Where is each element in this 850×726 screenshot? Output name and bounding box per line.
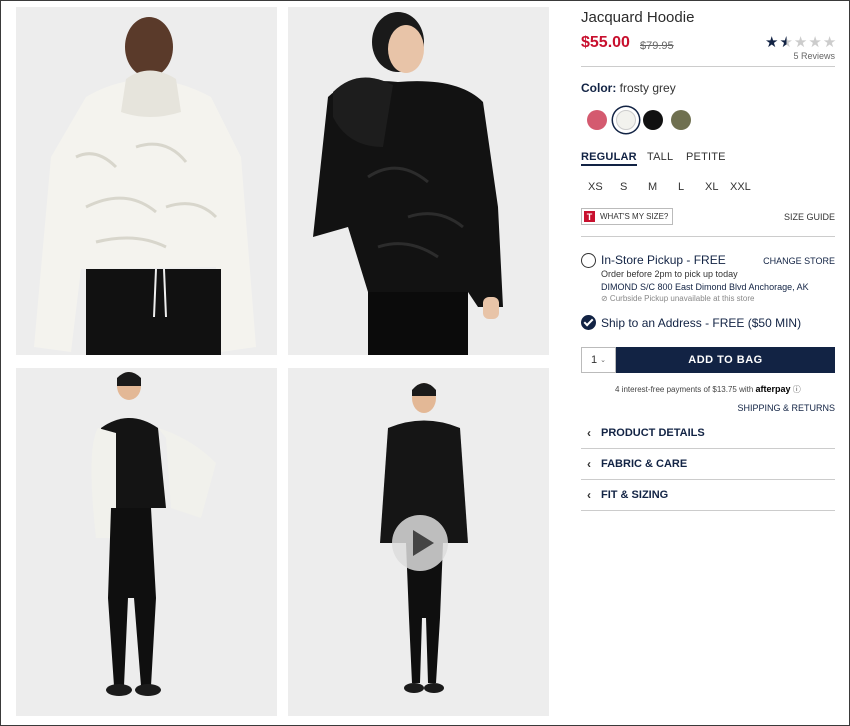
fit-tab-regular[interactable]: REGULAR (581, 151, 637, 166)
accordion-fit-sizing[interactable]: ‹ FIT & SIZING (581, 480, 835, 511)
accordion-product-details[interactable]: ‹ PRODUCT DETAILS (581, 418, 835, 449)
shipping-returns-link[interactable]: SHIPPING & RETURNS (737, 403, 835, 413)
accordion-label: FIT & SIZING (601, 489, 669, 501)
true-fit-logo-icon: T (584, 211, 595, 222)
in-store-pickup-label[interactable]: In-Store Pickup - FREE (601, 253, 726, 267)
chevron-down-icon: ⌄ (600, 357, 606, 364)
sale-price: $55.00 (581, 34, 630, 51)
add-to-bag-button[interactable]: ADD TO BAG (616, 347, 835, 373)
size-option-xs[interactable]: XS (588, 181, 603, 193)
accordion-label: PRODUCT DETAILS (601, 427, 705, 439)
size-option-xxl[interactable]: XXL (730, 181, 751, 193)
chevron-left-icon: ‹ (587, 426, 591, 440)
star-empty-icon: ★ (793, 34, 809, 51)
color-swatch-olive[interactable] (671, 110, 691, 130)
size-option-m[interactable]: M (648, 181, 657, 193)
afterpay-message: 4 interest-free payments of $13.75 with … (615, 384, 801, 395)
play-video-icon[interactable] (392, 515, 448, 571)
size-option-l[interactable]: L (678, 181, 684, 193)
size-guide-link[interactable]: SIZE GUIDE (784, 212, 835, 222)
color-swatch-pink[interactable] (587, 110, 607, 130)
accordion-label: FABRIC & CARE (601, 458, 688, 470)
whats-my-size-button[interactable]: T WHAT'S MY SIZE? (581, 208, 674, 225)
selected-color-name: frosty grey (619, 81, 676, 95)
color-swatch-black[interactable] (643, 110, 663, 130)
model-full-body-illustration (16, 368, 277, 716)
color-swatch-frosty-grey[interactable] (616, 110, 636, 130)
product-photo-full-body-jacket[interactable] (16, 368, 277, 716)
divider (581, 66, 835, 67)
star-empty-icon: ★ (808, 34, 823, 51)
chevron-left-icon: ‹ (587, 488, 591, 502)
whats-my-size-label: WHAT'S MY SIZE? (600, 212, 669, 221)
ship-to-address-label[interactable]: Ship to an Address - FREE ($50 MIN) (601, 316, 801, 330)
accordion-fabric-care[interactable]: ‹ FABRIC & CARE (581, 449, 835, 480)
model-white-hoodie-illustration (16, 7, 277, 355)
curbside-unavailable-text: ⊘ Curbside Pickup unavailable at this st… (601, 294, 755, 303)
afterpay-text: 4 interest-free payments of $13.75 with (615, 385, 754, 394)
color-label: Color: frosty grey (581, 81, 676, 95)
fit-tab-tall[interactable]: TALL (647, 151, 673, 163)
size-option-xl[interactable]: XL (705, 181, 718, 193)
quantity-value: 1 (591, 354, 598, 366)
reviews-link[interactable]: 5 Reviews (793, 51, 835, 61)
product-title: Jacquard Hoodie (581, 9, 695, 26)
ship-to-address-radio[interactable] (581, 315, 596, 330)
in-store-pickup-radio[interactable] (581, 253, 596, 268)
original-price: $79.95 (640, 40, 674, 52)
star-empty-icon: ★ (822, 34, 838, 51)
quantity-select[interactable]: 1 ⌄ (581, 347, 616, 373)
change-store-link[interactable]: CHANGE STORE (763, 256, 835, 266)
pickup-cutoff-text: Order before 2pm to pick up today (601, 269, 738, 279)
info-icon[interactable]: ⓘ (793, 385, 801, 394)
chevron-left-icon: ‹ (587, 457, 591, 471)
star-half-icon: ★ (779, 34, 794, 51)
afterpay-logo: afterpay (755, 384, 791, 394)
model-black-hoodie-back-illustration (288, 7, 549, 355)
fit-tab-petite[interactable]: PETITE (686, 151, 726, 163)
divider (581, 236, 835, 237)
size-option-s[interactable]: S (620, 181, 627, 193)
product-photo-back-black[interactable] (288, 7, 549, 355)
store-address-link[interactable]: DIMOND S/C 800 East Dimond Blvd Anchorag… (601, 282, 809, 292)
rating-stars[interactable]: ★★★★★ (765, 33, 837, 51)
star-full-icon: ★ (765, 34, 780, 51)
color-label-prefix: Color: (581, 81, 617, 95)
product-photo-front-white[interactable] (16, 7, 277, 355)
